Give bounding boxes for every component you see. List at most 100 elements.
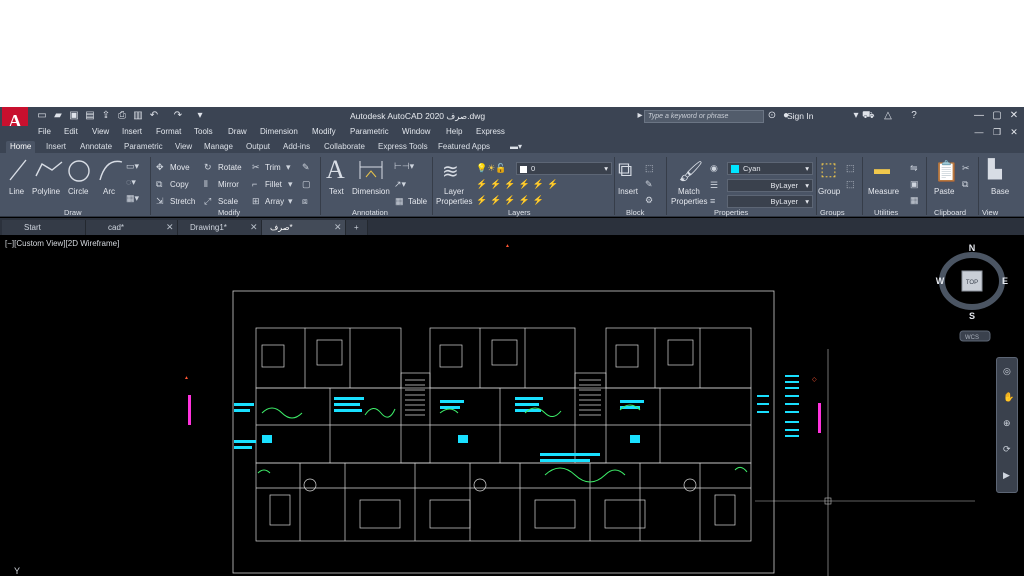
arc-button[interactable]: Arc bbox=[103, 187, 115, 196]
annotation-panel-title[interactable]: Annotation bbox=[352, 208, 388, 217]
compass-east[interactable]: E bbox=[1002, 276, 1008, 286]
menu-modify[interactable]: Modify bbox=[312, 127, 336, 136]
fillet-button[interactable]: Fillet bbox=[265, 180, 282, 189]
circle-button[interactable]: Circle bbox=[68, 187, 88, 196]
quick-select-icon[interactable]: ⇋ bbox=[910, 163, 918, 174]
redo-icon[interactable]: ↷ bbox=[172, 110, 184, 122]
copy-button[interactable]: Copy bbox=[170, 180, 189, 189]
color-dropdown[interactable]: Cyan ▾ bbox=[727, 162, 813, 175]
copy-clip-icon[interactable]: ⧉ bbox=[962, 179, 968, 190]
compass-west[interactable]: W bbox=[936, 276, 945, 286]
rotate-button[interactable]: Rotate bbox=[218, 163, 242, 172]
polyline-button[interactable]: Polyline bbox=[32, 187, 60, 196]
tab-parametric[interactable]: Parametric bbox=[120, 141, 167, 153]
close-icon[interactable]: ✕ bbox=[334, 220, 342, 235]
compass-south[interactable]: S bbox=[969, 311, 975, 321]
tab-add-ins[interactable]: Add-ins bbox=[279, 141, 314, 153]
properties-panel-title[interactable]: Properties bbox=[714, 208, 748, 217]
stretch-button[interactable]: Stretch bbox=[170, 197, 195, 206]
web-mobile-icon[interactable]: ⇪ bbox=[100, 110, 112, 122]
menu-view[interactable]: View bbox=[92, 127, 109, 136]
linetype-dropdown[interactable]: ByLayer ▾ bbox=[727, 195, 813, 208]
showmotion-icon[interactable]: ▶ bbox=[1003, 470, 1010, 481]
create-block-icon[interactable]: ⬚ bbox=[645, 163, 654, 174]
print-icon[interactable]: ▥ bbox=[132, 110, 144, 122]
compass-north[interactable]: N bbox=[969, 243, 976, 253]
tab-express-tools[interactable]: Express Tools bbox=[374, 141, 432, 153]
erase-icon[interactable]: ✎ bbox=[302, 162, 310, 173]
leader-icon[interactable]: ↗▾ bbox=[394, 179, 406, 190]
menu-draw[interactable]: Draw bbox=[228, 127, 247, 136]
cut-icon[interactable]: ✂ bbox=[962, 163, 970, 174]
doc-close-icon[interactable]: ✕ bbox=[1007, 126, 1021, 138]
groups-panel-title[interactable]: Groups bbox=[820, 208, 845, 217]
insert-button[interactable]: Insert bbox=[618, 187, 638, 196]
menu-format[interactable]: Format bbox=[156, 127, 181, 136]
file-tab-drawing1[interactable]: Drawing1* ✕ bbox=[178, 220, 262, 235]
move-button[interactable]: Move bbox=[170, 163, 190, 172]
undo-icon[interactable]: ↶ bbox=[148, 110, 160, 122]
match-properties-label-2[interactable]: Properties bbox=[671, 197, 707, 206]
tab-view[interactable]: View bbox=[171, 141, 196, 153]
binoculars-icon[interactable]: ⊙ bbox=[766, 110, 778, 122]
steering-wheel-icon[interactable]: ◎ bbox=[1003, 366, 1011, 377]
clipboard-panel-title[interactable]: Clipboard bbox=[934, 208, 966, 217]
close-icon[interactable]: ✕ bbox=[1007, 109, 1021, 123]
block-attributes-icon[interactable]: ⚙ bbox=[645, 195, 653, 206]
menu-tools[interactable]: Tools bbox=[194, 127, 213, 136]
measure-button[interactable]: Measure bbox=[868, 187, 899, 196]
menu-insert[interactable]: Insert bbox=[122, 127, 142, 136]
save-icon[interactable]: ▣ bbox=[68, 110, 80, 122]
array-dropdown-icon[interactable]: ▾ bbox=[288, 196, 293, 207]
match-properties-label-1[interactable]: Match bbox=[678, 187, 700, 196]
trim-button[interactable]: Trim bbox=[265, 163, 281, 172]
point-id-icon[interactable]: ▣ bbox=[910, 179, 919, 190]
orbit-icon[interactable]: ⟳ bbox=[1003, 444, 1011, 455]
file-tab-start[interactable]: Start bbox=[2, 220, 86, 235]
rectangle-icon[interactable]: ▭▾ bbox=[126, 161, 139, 172]
new-icon[interactable]: ▭ bbox=[36, 110, 48, 122]
layer-dropdown[interactable]: 0 ▾ bbox=[516, 162, 612, 175]
menu-window[interactable]: Window bbox=[402, 127, 430, 136]
layer-properties-label-2[interactable]: Properties bbox=[436, 197, 472, 206]
zoom-extents-icon[interactable]: ⊕ bbox=[1003, 418, 1011, 429]
open-icon[interactable]: ▰ bbox=[52, 110, 64, 122]
pan-icon[interactable]: ✋ bbox=[1003, 392, 1014, 403]
fillet-dropdown-icon[interactable]: ▾ bbox=[288, 179, 293, 190]
a360-icon[interactable]: △ bbox=[882, 110, 894, 122]
linear-dim-icon[interactable]: ⊢⊣▾ bbox=[394, 161, 414, 172]
ungroup-icon[interactable]: ⬚ bbox=[846, 163, 855, 174]
scale-button[interactable]: Scale bbox=[218, 197, 238, 206]
menu-help[interactable]: Help bbox=[446, 127, 462, 136]
tab-manage[interactable]: Manage bbox=[200, 141, 237, 153]
tab-insert[interactable]: Insert bbox=[42, 141, 70, 153]
tab-home[interactable]: Home bbox=[6, 141, 36, 153]
restore-icon[interactable]: ▢ bbox=[990, 109, 1004, 123]
tab-output[interactable]: Output bbox=[242, 141, 274, 153]
menu-parametric[interactable]: Parametric bbox=[350, 127, 389, 136]
customize-quick-access-icon[interactable]: ▾ bbox=[194, 110, 206, 122]
group-button[interactable]: Group bbox=[818, 187, 840, 196]
ribbon-options-icon[interactable]: ▬▾ bbox=[506, 141, 526, 153]
base-button[interactable]: Base bbox=[991, 187, 1009, 196]
gradient-icon[interactable]: ▦▾ bbox=[126, 193, 139, 204]
trim-dropdown-icon[interactable]: ▾ bbox=[286, 162, 291, 173]
mirror-button[interactable]: Mirror bbox=[218, 180, 239, 189]
layer-properties-label-1[interactable]: Layer bbox=[444, 187, 464, 196]
file-tab-cad[interactable]: cad* ✕ bbox=[86, 220, 178, 235]
explode-icon[interactable]: ▢ bbox=[302, 179, 311, 190]
doc-minimize-icon[interactable]: — bbox=[972, 126, 986, 138]
tab-featured-apps[interactable]: Featured Apps bbox=[434, 141, 494, 153]
hatch-icon[interactable]: ◌▾ bbox=[126, 177, 136, 188]
sign-in-button[interactable]: Sign In bbox=[787, 111, 813, 121]
menu-edit[interactable]: Edit bbox=[64, 127, 78, 136]
layer-on-icon[interactable]: 💡☀🔓 bbox=[476, 163, 506, 174]
calculator-icon[interactable]: ▦ bbox=[910, 195, 919, 206]
menu-express[interactable]: Express bbox=[476, 127, 505, 136]
line-button[interactable]: Line bbox=[9, 187, 24, 196]
drawing-canvas[interactable]: [−][Custom View][2D Wireframe] ▲ ▲ ◇ Y N… bbox=[0, 235, 1024, 576]
doc-restore-icon[interactable]: ❐ bbox=[990, 126, 1004, 138]
cart-icon[interactable]: ⛟ bbox=[862, 110, 875, 122]
paste-button[interactable]: Paste bbox=[934, 187, 954, 196]
close-icon[interactable]: ✕ bbox=[250, 220, 258, 235]
